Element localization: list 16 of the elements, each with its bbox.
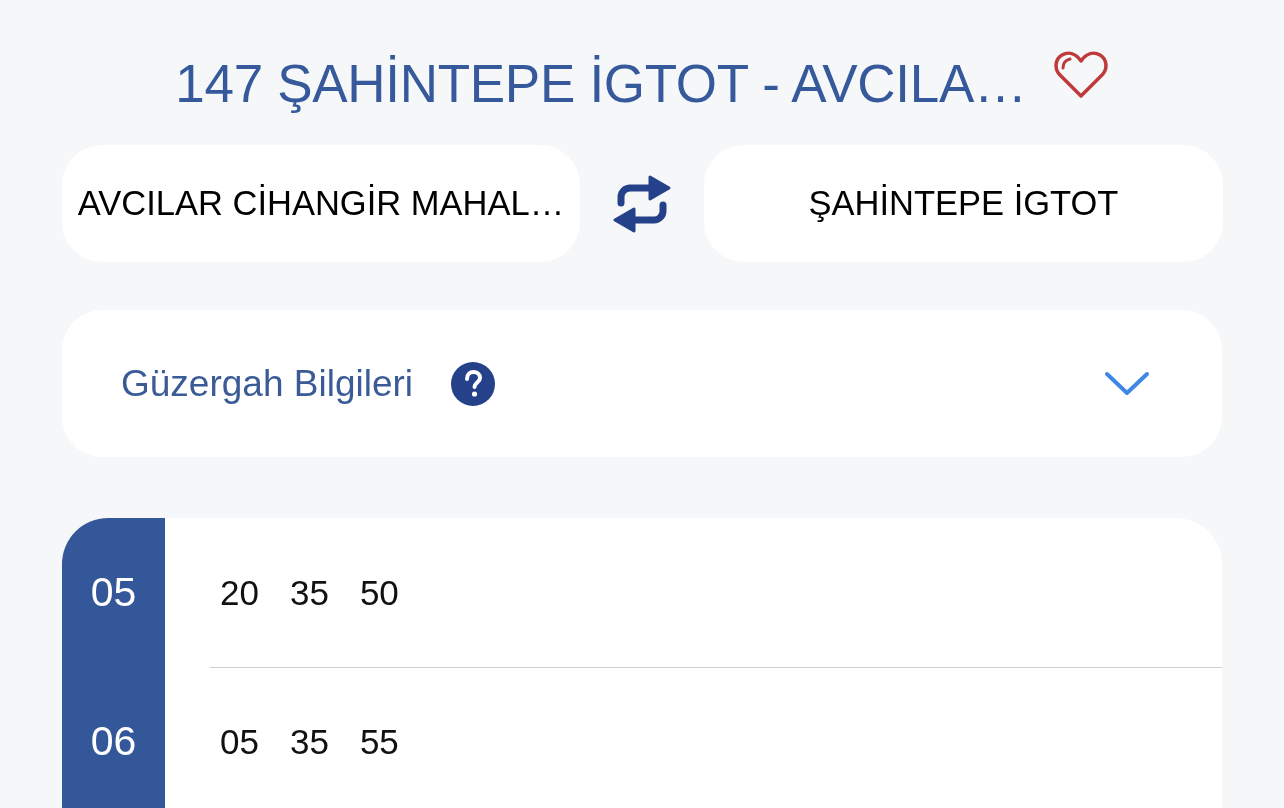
- origin-stop-button[interactable]: AVCILAR CİHANGİR MAHAL…: [62, 145, 580, 262]
- minute-text: 50: [359, 572, 399, 613]
- heart-icon[interactable]: [1052, 51, 1109, 99]
- minute-text: 05: [220, 722, 259, 762]
- minute-text: 35: [289, 722, 329, 762]
- hour-cell: 06: [62, 667, 165, 808]
- route-info-header[interactable]: Güzergah Bilgileri: [62, 310, 1222, 457]
- swap-icon[interactable]: [612, 174, 672, 233]
- minute-text: 20: [220, 572, 259, 613]
- hour-cell: 05: [62, 518, 165, 667]
- destination-stop-button[interactable]: ŞAHİNTEPE İGTOT: [704, 145, 1223, 262]
- minute-text: 35: [289, 572, 329, 613]
- help-icon[interactable]: [451, 361, 496, 406]
- minute-text: 55: [359, 722, 399, 762]
- chevron-icon[interactable]: [1104, 370, 1150, 397]
- route-title: 147 ŞAHİNTEPE İGTOT - AVCILA…: [175, 52, 1027, 114]
